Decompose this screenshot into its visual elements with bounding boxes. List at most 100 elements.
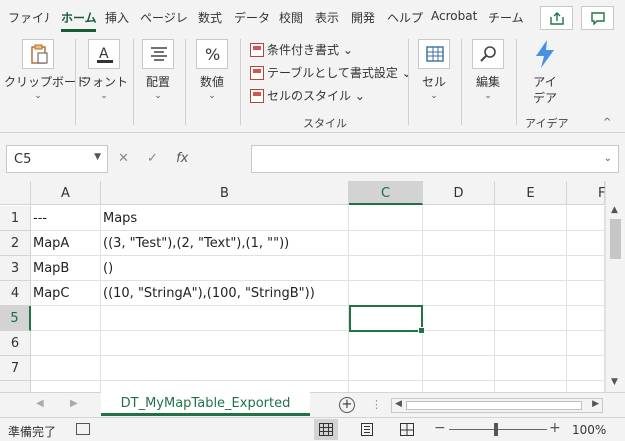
- column-header-a[interactable]: A: [31, 181, 101, 205]
- page-layout-view-button[interactable]: [355, 419, 379, 440]
- tab-formulas[interactable]: 数式: [198, 9, 226, 29]
- cell-a8[interactable]: [31, 381, 101, 392]
- cell-e8[interactable]: [495, 381, 567, 392]
- font-button[interactable]: A フォント ⌄: [78, 33, 130, 103]
- cell-d7[interactable]: [423, 356, 495, 381]
- vertical-scrollbar[interactable]: ▲ ▼: [605, 181, 625, 392]
- row-header-3[interactable]: 3: [0, 256, 31, 281]
- tab-data[interactable]: データ: [234, 9, 272, 29]
- row-header-4[interactable]: 4: [0, 281, 31, 306]
- cell-b5[interactable]: [101, 306, 349, 331]
- next-sheet-icon[interactable]: ▶: [70, 398, 78, 409]
- column-header-d[interactable]: D: [423, 181, 495, 205]
- cell-f5[interactable]: [567, 306, 605, 331]
- scroll-left-icon[interactable]: ◀: [395, 399, 402, 409]
- cell-styles-button[interactable]: セルのスタイル ⌄: [250, 87, 365, 107]
- share-button[interactable]: [540, 6, 573, 30]
- cell-b8[interactable]: [101, 381, 349, 392]
- conditional-format-button[interactable]: 条件付き書式 ⌄: [250, 41, 353, 61]
- clipboard-button[interactable]: クリップボード ⌄: [4, 33, 88, 103]
- cell-f7[interactable]: [567, 356, 605, 381]
- scroll-up-icon[interactable]: ▲: [611, 205, 618, 215]
- tab-help[interactable]: ヘルプ: [387, 9, 425, 29]
- name-box[interactable]: C5 ▼: [6, 145, 108, 173]
- add-sheet-button[interactable]: +: [339, 397, 355, 413]
- cell-a6[interactable]: [31, 331, 101, 356]
- tab-file[interactable]: ファイル: [8, 9, 50, 29]
- cell-e3[interactable]: [495, 256, 567, 281]
- cell-c1[interactable]: [349, 206, 423, 231]
- cell-e4[interactable]: [495, 281, 567, 306]
- macro-record-icon[interactable]: [76, 423, 90, 435]
- row-header-1[interactable]: 1: [0, 206, 31, 231]
- cell-a4[interactable]: MapC: [31, 281, 101, 306]
- tab-insert[interactable]: 挿入: [105, 9, 133, 29]
- cell-b7[interactable]: [101, 356, 349, 381]
- cell-b1[interactable]: Maps: [101, 206, 349, 231]
- sheet-tab[interactable]: DT_MyMapTable_Exported: [101, 392, 310, 416]
- normal-view-button[interactable]: [314, 419, 338, 440]
- tab-view[interactable]: 表示: [315, 9, 343, 29]
- cell-a1[interactable]: ---: [31, 206, 101, 231]
- zoom-out-button[interactable]: −: [434, 420, 446, 436]
- tab-acrobat[interactable]: Acrobat: [431, 9, 481, 29]
- cell-f3[interactable]: [567, 256, 605, 281]
- cell-d1[interactable]: [423, 206, 495, 231]
- cell-f4[interactable]: [567, 281, 605, 306]
- chevron-down-icon[interactable]: ▼: [94, 152, 101, 162]
- select-all-corner[interactable]: [0, 181, 31, 205]
- cell-b3[interactable]: (): [101, 256, 349, 281]
- insert-function-icon[interactable]: fx: [176, 151, 188, 166]
- column-header-c[interactable]: C: [349, 181, 423, 205]
- cell-d4[interactable]: [423, 281, 495, 306]
- tab-review[interactable]: 校閲: [279, 9, 307, 29]
- row-header-2[interactable]: 2: [0, 231, 31, 256]
- row-header-8[interactable]: [0, 381, 31, 392]
- tab-developer[interactable]: 開発: [351, 9, 379, 29]
- cell-e5[interactable]: [495, 306, 567, 331]
- cell-f1[interactable]: [567, 206, 605, 231]
- ideas-button[interactable]: アイ デア: [520, 33, 570, 113]
- cancel-icon[interactable]: ✕: [118, 151, 129, 166]
- row-header-6[interactable]: 6: [0, 331, 31, 356]
- cell-c7[interactable]: [349, 356, 423, 381]
- cell-b2[interactable]: ((3, "Test"),(2, "Text"),(1, "")): [101, 231, 349, 256]
- alignment-button[interactable]: 配置 ⌄: [136, 33, 180, 103]
- collapse-ribbon-icon[interactable]: ^: [603, 117, 611, 128]
- cell-c8[interactable]: [349, 381, 423, 392]
- cells-button[interactable]: セル ⌄: [412, 33, 456, 103]
- zoom-level[interactable]: 100%: [572, 423, 606, 437]
- cell-b4[interactable]: ((10, "StringA"),(100, "StringB")): [101, 281, 349, 306]
- scroll-right-icon[interactable]: ▶: [592, 399, 599, 409]
- tab-split-icon[interactable]: ⋮: [371, 398, 382, 411]
- cell-a7[interactable]: [31, 356, 101, 381]
- format-as-table-button[interactable]: テーブルとして書式設定 ⌄: [250, 64, 412, 84]
- zoom-slider[interactable]: [449, 429, 547, 430]
- zoom-in-button[interactable]: +: [549, 420, 561, 436]
- prev-sheet-icon[interactable]: ◀: [36, 398, 44, 409]
- tab-page-layout[interactable]: ページレ: [140, 9, 192, 29]
- column-header-b[interactable]: B: [101, 181, 349, 205]
- enter-icon[interactable]: ✓: [147, 151, 158, 166]
- row-header-7[interactable]: 7: [0, 356, 31, 381]
- cell-e2[interactable]: [495, 231, 567, 256]
- cell-f8[interactable]: [567, 381, 605, 392]
- cell-c4[interactable]: [349, 281, 423, 306]
- cell-f6[interactable]: [567, 331, 605, 356]
- cell-e7[interactable]: [495, 356, 567, 381]
- column-header-f[interactable]: F: [567, 181, 605, 205]
- cell-b6[interactable]: [101, 331, 349, 356]
- comments-button[interactable]: [581, 6, 614, 30]
- cell-c6[interactable]: [349, 331, 423, 356]
- cell-e1[interactable]: [495, 206, 567, 231]
- cell-a5[interactable]: [31, 306, 101, 331]
- cell-d8[interactable]: [423, 381, 495, 392]
- cell-e6[interactable]: [495, 331, 567, 356]
- horizontal-scroll-thumb[interactable]: [406, 401, 582, 410]
- vertical-scroll-thumb[interactable]: [610, 219, 621, 259]
- cell-d2[interactable]: [423, 231, 495, 256]
- cell-f2[interactable]: [567, 231, 605, 256]
- cell-d5[interactable]: [423, 306, 495, 331]
- scroll-down-icon[interactable]: ▼: [611, 377, 618, 387]
- tab-home[interactable]: ホーム: [61, 9, 97, 29]
